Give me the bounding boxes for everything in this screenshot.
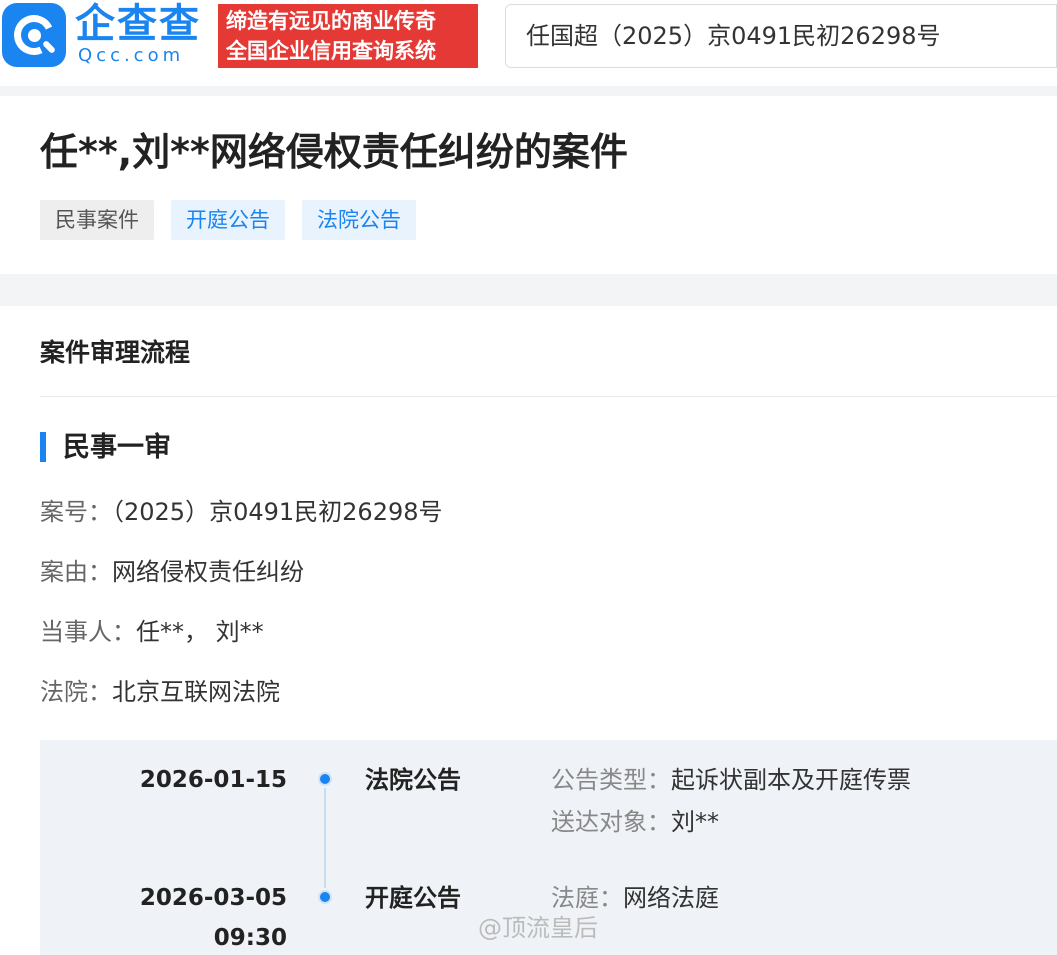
timeline-dot xyxy=(318,772,332,786)
parties-label: 当事人： xyxy=(40,618,136,646)
recipient-value: 刘** xyxy=(671,808,719,836)
case-cause-label: 案由： xyxy=(40,558,112,586)
tag-hearing-notice[interactable]: 开庭公告 xyxy=(171,200,285,240)
timeline-connector xyxy=(324,788,326,888)
timeline-detail: 法庭：网络法庭 xyxy=(551,882,719,914)
qcc-logo-icon[interactable] xyxy=(2,3,66,67)
case-title: 任**,刘**网络侵权责任纠纷的案件 xyxy=(40,130,628,174)
site-header: 企查查 Qcc.com 缔造有远见的商业传奇 全国企业信用查询系统 任国超（20… xyxy=(0,0,1057,86)
section-title: 案件审理流程 xyxy=(40,338,191,367)
stage-accent-bar xyxy=(40,432,46,462)
case-number-label: 案号： xyxy=(40,498,112,526)
slogan-line-2: 全国企业信用查询系统 xyxy=(226,39,436,63)
recipient-label: 送达对象： xyxy=(551,808,671,836)
slogan-banner: 缔造有远见的商业传奇 全国企业信用查询系统 xyxy=(218,4,478,68)
parties-value[interactable]: 任**， 刘** xyxy=(136,618,264,646)
court-value[interactable]: 北京互联网法院 xyxy=(112,678,280,706)
timeline-date: 2026-01-15 xyxy=(139,767,287,793)
stage-title: 民事一审 xyxy=(63,432,171,463)
case-number-row: 案号：（2025）京0491民初26298号 xyxy=(40,495,443,529)
tag-court-notice[interactable]: 法院公告 xyxy=(302,200,416,240)
case-process-card: 案件审理流程 民事一审 案号：（2025）京0491民初26298号 案由：网络… xyxy=(0,306,1057,955)
case-number-value: （2025）京0491民初26298号 xyxy=(112,498,443,526)
timeline-time: 09:30 xyxy=(213,925,287,951)
parties-row: 当事人：任**， 刘** xyxy=(40,615,264,649)
section-divider xyxy=(40,396,1057,397)
case-cause-value: 网络侵权责任纠纷 xyxy=(112,558,304,586)
court-label: 法院： xyxy=(40,678,112,706)
notice-type-label: 公告类型： xyxy=(551,766,671,794)
timeline-event-type[interactable]: 开庭公告 xyxy=(365,882,461,914)
courtroom-value: 网络法庭 xyxy=(623,884,719,912)
case-title-card: 任**,刘**网络侵权责任纠纷的案件 民事案件 开庭公告 法院公告 xyxy=(0,96,1057,274)
timeline-date: 2026-03-05 xyxy=(139,885,287,911)
slogan-line-1: 缔造有远见的商业传奇 xyxy=(226,9,436,33)
timeline-detail: 送达对象：刘** xyxy=(551,806,719,838)
logo-wordmark[interactable]: 企查查 xyxy=(75,0,201,48)
tag-civil-case[interactable]: 民事案件 xyxy=(40,200,154,240)
timeline-detail: 公告类型：起诉状副本及开庭传票 xyxy=(551,764,911,796)
logo-dot-shape xyxy=(28,29,41,42)
courtroom-label: 法庭： xyxy=(551,884,623,912)
logo-domain: Qcc.com xyxy=(78,45,185,66)
weibo-watermark: @顶流皇后 xyxy=(478,914,598,942)
case-cause-row: 案由：网络侵权责任纠纷 xyxy=(40,555,304,589)
notice-type-value: 起诉状副本及开庭传票 xyxy=(671,766,911,794)
timeline-dot xyxy=(318,890,332,904)
timeline-event-type[interactable]: 法院公告 xyxy=(365,764,461,796)
search-input[interactable]: 任国超（2025）京0491民初26298号 xyxy=(505,4,1057,68)
court-row: 法院：北京互联网法院 xyxy=(40,675,280,709)
